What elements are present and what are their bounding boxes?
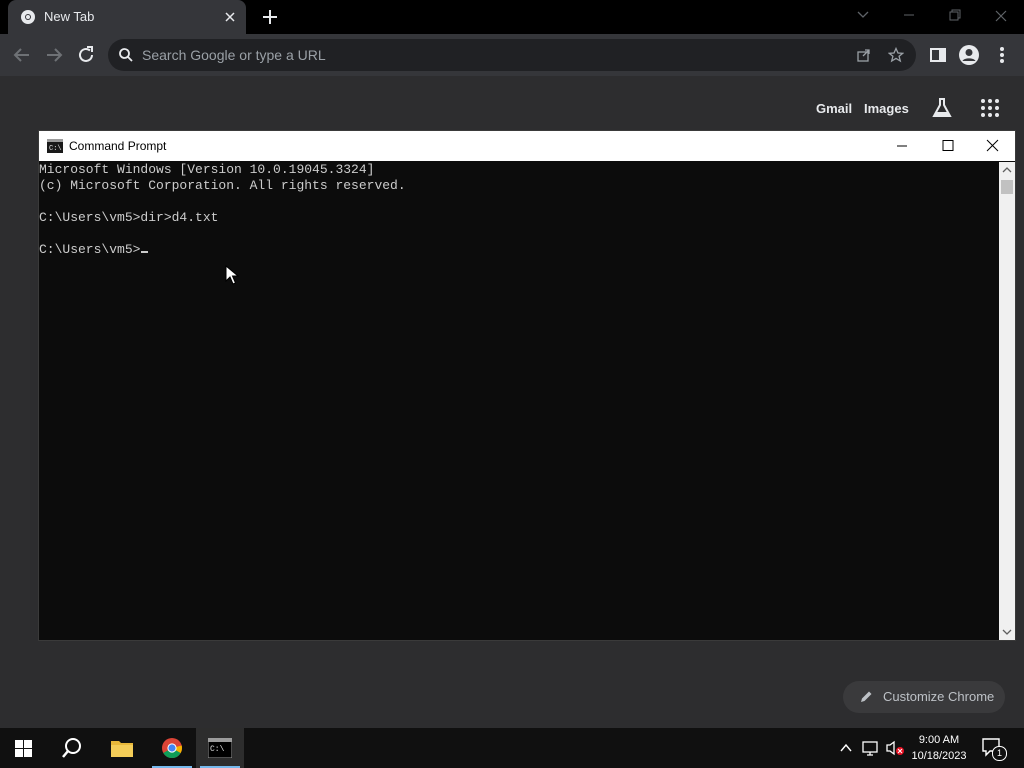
clock-time: 9:00 AM (918, 734, 960, 746)
apps-grid-icon[interactable] (978, 96, 1002, 120)
cmd-scrollbar[interactable] (999, 162, 1015, 640)
cmd-taskbar-button[interactable]: C:\ (196, 728, 244, 768)
taskbar: C:\ 9:00 AM 10/18/2023 1 (0, 728, 1024, 768)
plus-icon (263, 10, 277, 24)
profile-icon (959, 45, 979, 65)
chevron-up-icon[interactable] (1002, 166, 1012, 174)
images-link[interactable]: Images (864, 101, 909, 116)
chevron-up-icon[interactable] (839, 742, 853, 754)
share-icon[interactable] (856, 47, 872, 63)
cmd-titlebar[interactable]: C:\ Command Prompt (39, 131, 1015, 161)
notification-badge: 1 (992, 746, 1007, 761)
cmd-minimize-button[interactable] (879, 131, 925, 161)
more-vert-icon (1000, 47, 1004, 63)
gmail-link[interactable]: Gmail (816, 101, 852, 116)
svg-text:C:\: C:\ (210, 745, 225, 754)
customize-chrome-button[interactable]: Customize Chrome (843, 681, 1005, 713)
more-menu-button[interactable] (990, 43, 1014, 67)
reload-button[interactable] (74, 43, 98, 67)
browser-minimize-button[interactable] (894, 4, 924, 28)
file-explorer-icon (111, 741, 133, 757)
cmd-icon: C:\ (47, 139, 63, 153)
network-icon[interactable] (862, 740, 880, 756)
back-arrow-icon (13, 48, 29, 62)
pencil-icon (861, 691, 872, 702)
profile-button[interactable] (957, 43, 981, 67)
file-explorer-button[interactable] (98, 728, 146, 768)
chrome-favicon-icon (21, 10, 35, 24)
console-line: Microsoft Windows [Version 10.0.19045.33… (39, 162, 375, 177)
cmd-icon: C:\ (208, 738, 232, 758)
chevron-down-icon[interactable] (1002, 628, 1012, 636)
console-line: (c) Microsoft Corporation. All rights re… (39, 178, 406, 193)
tab-title: New Tab (44, 9, 95, 24)
chrome-icon (162, 738, 183, 759)
browser-close-button[interactable] (986, 4, 1016, 28)
taskbar-search-icon (62, 738, 81, 758)
close-icon (986, 139, 999, 152)
reload-icon (79, 46, 93, 62)
cmd-maximize-button[interactable] (925, 131, 971, 161)
search-icon (119, 48, 133, 62)
mouse-pointer-icon (225, 265, 239, 285)
taskbar-search-button[interactable] (48, 728, 96, 768)
windows-start-icon (15, 740, 32, 757)
close-icon (995, 10, 1007, 22)
tab-close-button[interactable] (220, 7, 240, 27)
console-prompt-row: C:\Users\vm5> (39, 242, 149, 258)
chrome-taskbar-button[interactable] (148, 728, 196, 768)
svg-text:C:\: C:\ (49, 145, 62, 153)
tab-new-tab[interactable]: New Tab (8, 0, 246, 34)
close-icon (225, 12, 235, 22)
customize-chrome-label: Customize Chrome (883, 689, 995, 704)
taskbar-clock[interactable]: 9:00 AM 10/18/2023 (906, 732, 972, 764)
restore-icon (949, 9, 961, 21)
start-button[interactable] (0, 728, 48, 768)
new-tab-button[interactable] (258, 5, 282, 29)
side-panel-icon (930, 48, 946, 62)
browser-restore-button[interactable] (940, 4, 970, 28)
cmd-close-button[interactable] (969, 131, 1015, 161)
forward-button[interactable] (42, 43, 66, 67)
console-output[interactable]: Microsoft Windows [Version 10.0.19045.33… (39, 162, 999, 640)
browser-toolbar: Search Google or type a URL (0, 34, 1024, 76)
command-prompt-window[interactable]: C:\ Command Prompt Microsoft Windows [Ve… (38, 130, 1016, 641)
forward-arrow-icon (47, 48, 63, 62)
text-cursor (141, 251, 149, 253)
scrollbar-thumb[interactable] (1001, 180, 1013, 194)
star-icon[interactable] (888, 47, 904, 63)
maximize-icon (942, 140, 954, 151)
tab-search-button[interactable] (848, 4, 878, 28)
browser-tab-strip: New Tab (0, 0, 1024, 34)
console-line: C:\Users\vm5>dir>d4.txt (39, 210, 219, 225)
labs-flask-icon[interactable] (930, 96, 954, 120)
back-button[interactable] (10, 43, 34, 67)
omnibox[interactable]: Search Google or type a URL (108, 39, 916, 71)
volume-muted-icon[interactable] (885, 740, 905, 756)
minimize-icon (897, 145, 907, 147)
omnibox-placeholder: Search Google or type a URL (142, 47, 326, 63)
side-panel-button[interactable] (926, 43, 950, 67)
action-center-button[interactable]: 1 (980, 736, 1007, 761)
clock-date: 10/18/2023 (911, 750, 967, 762)
console-prompt: C:\Users\vm5> (39, 242, 141, 257)
minimize-icon (904, 14, 914, 16)
chevron-down-icon (857, 11, 869, 18)
cmd-window-title: Command Prompt (69, 139, 167, 153)
